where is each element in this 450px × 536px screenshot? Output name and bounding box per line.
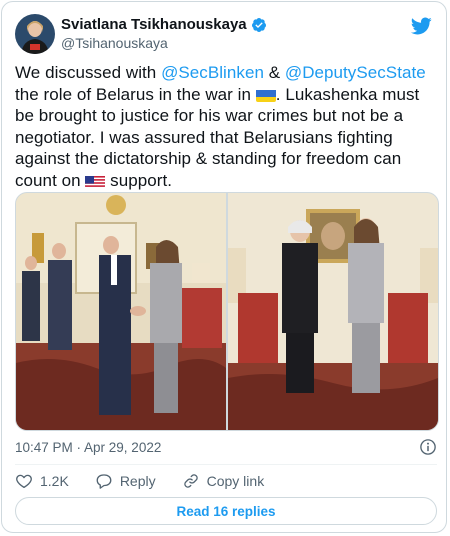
mention-secblinken-link[interactable]: @SecBlinken (161, 63, 264, 82)
photo-handshake[interactable] (16, 193, 226, 430)
copy-link-label: Copy link (206, 473, 265, 489)
tweet-text-part: & (263, 63, 285, 82)
verified-badge-icon (251, 17, 266, 32)
read-replies-label: Read 16 replies (176, 503, 276, 519)
photo-two-women-standing[interactable] (228, 193, 438, 430)
tweet-text-part: support. (105, 170, 173, 190)
tweet-meta-row: 10:47 PM · Apr 29, 2022 (15, 438, 437, 456)
tweet-text-part: the role of Belarus in the war in (15, 84, 256, 104)
like-count: 1.2K (40, 473, 69, 489)
tweet-timestamp[interactable]: 10:47 PM · Apr 29, 2022 (15, 440, 161, 455)
twitter-bird-icon[interactable] (410, 15, 432, 37)
copy-link-button[interactable]: Copy link (182, 472, 265, 490)
tweet-text: We discussed with @SecBlinken & @DeputyS… (15, 62, 440, 191)
us-flag-icon (85, 174, 106, 188)
author-handle[interactable]: @Tsihanouskaya (61, 35, 168, 51)
info-icon[interactable] (419, 438, 437, 456)
reply-button[interactable]: Reply (95, 472, 156, 490)
author-name-row[interactable]: Sviatlana Tsikhanouskaya (61, 16, 267, 33)
tweet-card: Sviatlana Tsikhanouskaya @Tsihanouskaya … (1, 1, 447, 533)
display-name[interactable]: Sviatlana Tsikhanouskaya (61, 16, 247, 33)
heart-icon (16, 474, 32, 489)
tweet-actions: 1.2K Reply Copy link (15, 471, 290, 491)
media-grid[interactable] (15, 192, 439, 431)
mention-deputysecstate-link[interactable]: @DeputySecState (285, 63, 426, 82)
like-button[interactable]: 1.2K (15, 472, 69, 490)
ukraine-flag-icon (255, 88, 276, 102)
avatar[interactable] (15, 14, 55, 54)
read-replies-button[interactable]: Read 16 replies (15, 497, 437, 525)
link-icon (183, 474, 198, 488)
reply-label: Reply (119, 473, 156, 489)
reply-bubble-icon (96, 474, 112, 489)
tweet-text-part: We discussed with (15, 63, 162, 82)
divider (15, 464, 437, 465)
